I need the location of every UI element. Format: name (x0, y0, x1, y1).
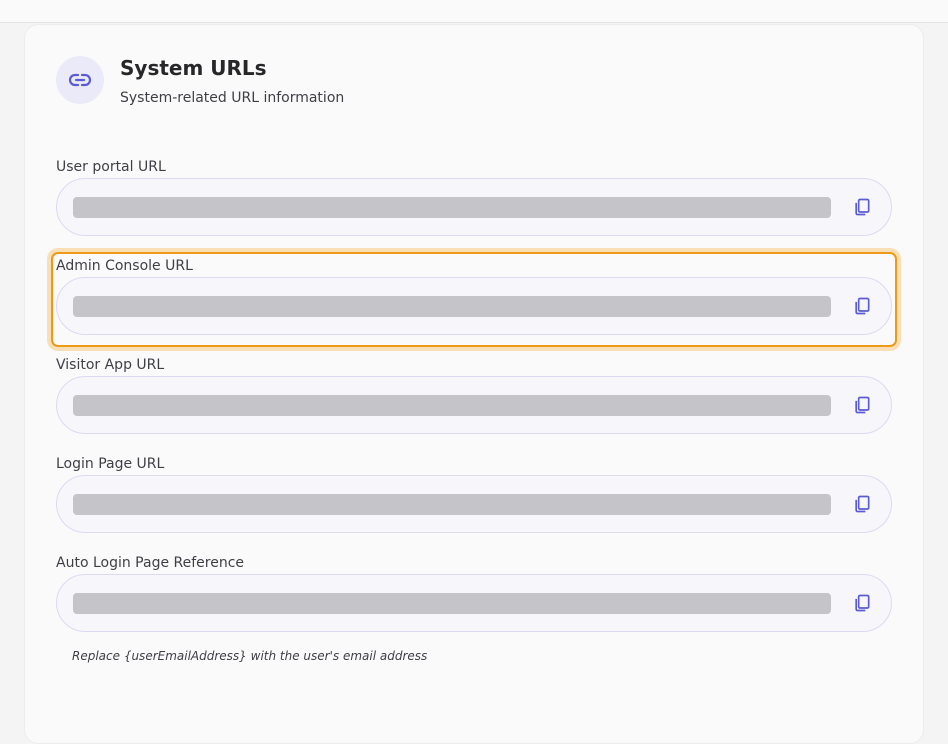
url-field[interactable] (56, 574, 892, 632)
field-label: Admin Console URL (56, 258, 193, 274)
copy-button[interactable] (851, 592, 873, 614)
copy-icon (855, 495, 870, 513)
field-label: User portal URL (56, 159, 166, 175)
url-field[interactable] (56, 376, 892, 434)
url-value-redacted (73, 296, 831, 317)
copy-button[interactable] (851, 394, 873, 416)
link-icon (56, 56, 104, 104)
url-field[interactable] (56, 475, 892, 533)
field-label: Visitor App URL (56, 357, 165, 373)
url-field[interactable] (56, 277, 892, 335)
copy-button[interactable] (851, 295, 873, 317)
top-bar (0, 0, 948, 23)
copy-icon (855, 198, 870, 216)
url-value-redacted (73, 197, 831, 218)
copy-button[interactable] (851, 196, 873, 218)
url-value-redacted (73, 494, 831, 515)
section-title: System URLs (120, 56, 267, 80)
field-hint: Replace {userEmailAddress} with the user… (72, 649, 428, 663)
field-label: Login Page URL (56, 456, 165, 472)
copy-icon (855, 297, 870, 315)
url-value-redacted (73, 395, 831, 416)
url-field[interactable] (56, 178, 892, 236)
copy-icon (855, 594, 870, 612)
url-value-redacted (73, 593, 831, 614)
section-subtitle: System-related URL information (120, 90, 345, 106)
copy-icon (855, 396, 870, 414)
field-label: Auto Login Page Reference (56, 555, 245, 571)
copy-button[interactable] (851, 493, 873, 515)
